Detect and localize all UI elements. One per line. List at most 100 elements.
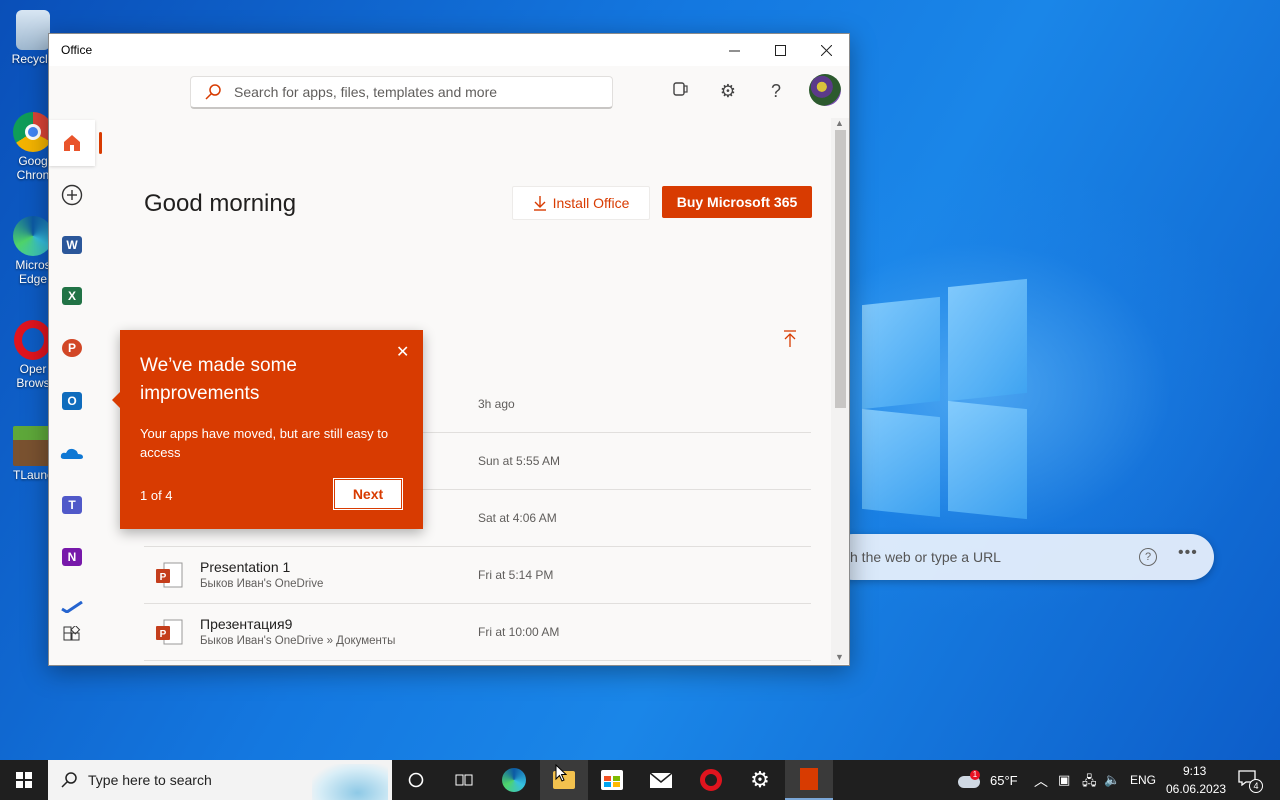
chrome-icon [13,112,53,152]
more-icon[interactable]: ••• [1178,544,1198,562]
weather-temp[interactable]: 65°F [990,773,1018,788]
nav-all-apps[interactable] [57,620,87,650]
search-icon [61,772,77,788]
onedrive-icon [60,448,83,459]
maximize-icon [774,44,786,56]
nav-teams[interactable]: T [57,490,87,520]
callout-body: Your apps have moved, but are still easy… [140,426,389,460]
scroll-down-icon[interactable]: ▼ [835,652,844,662]
home-icon [64,135,80,151]
search-icon [205,84,221,100]
close-icon [820,44,832,56]
maximize-button[interactable] [757,34,803,66]
nav-word[interactable]: W [57,230,87,260]
word-icon: W [62,236,82,254]
nav-onenote[interactable]: N [57,542,87,572]
powerpoint-file-icon: P [156,562,183,588]
minimize-icon [728,50,740,51]
network-icon[interactable]: 🖧 [1082,772,1097,794]
cortana-button[interactable] [392,760,440,800]
store-bag-icon [601,770,623,790]
task-view-button[interactable] [440,760,488,800]
taskbar-mail[interactable] [637,760,685,800]
taskbar: Type here to search ⚙ 1 65°F ︿ ▣ 🖧 🔈 ENG… [0,760,1280,800]
svg-text:P: P [160,629,167,640]
office-logo-icon [800,768,818,790]
volume-muted-icon[interactable]: 🔈 [1104,772,1120,788]
scrollbar-thumb[interactable] [835,130,846,408]
edge-icon [13,216,53,256]
install-office-button[interactable]: Install Office [512,186,650,220]
scroll-up-icon[interactable]: ▲ [835,118,844,128]
left-nav: W X P O T N [49,118,95,664]
feedback-icon[interactable] [669,80,691,102]
nav-create[interactable] [57,180,87,210]
apps-grid-icon [63,626,81,641]
nav-home[interactable] [49,120,95,166]
language-indicator[interactable]: ENG [1130,773,1156,787]
search-highlight-image [312,764,388,800]
minecraft-block-icon [13,426,53,466]
taskbar-opera[interactable] [687,760,735,800]
edge-icon [502,768,526,792]
taskbar-store[interactable] [588,760,636,800]
cortana-circle-icon [408,772,424,788]
callout-close-icon[interactable]: ✕ [396,342,409,362]
gear-icon[interactable]: ⚙ [717,80,739,102]
powerpoint-icon: P [62,339,82,357]
file-row[interactable]: P Презентация9 Быков Иван's OneDrive » Д… [144,603,811,661]
help-question-icon[interactable]: ? [765,80,787,102]
chevron-up-icon[interactable]: ︿ [1034,771,1048,791]
todo-check-icon [61,601,83,613]
scroll-to-top-icon[interactable] [783,330,797,348]
excel-icon: X [62,287,82,305]
nav-onedrive[interactable] [57,438,87,468]
close-button[interactable] [803,34,849,66]
edge-search-bar[interactable]: h the web or type a URL ? ••• [830,534,1214,580]
taskbar-settings[interactable]: ⚙ [736,760,784,800]
powerpoint-file-icon: P [156,619,183,645]
weather-icon[interactable]: 1 [958,770,982,790]
clock-time[interactable]: 9:13 [1183,764,1206,778]
mail-icon [649,772,673,788]
taskbar-office[interactable] [785,760,833,800]
next-button[interactable]: Next [333,478,403,510]
file-row[interactable]: P Presentation 1 Быков Иван's OneDrive F… [144,546,811,604]
search-input[interactable]: Search for apps, files, templates and mo… [190,76,613,109]
onenote-icon: N [62,548,82,566]
gear-icon: ⚙ [750,767,770,792]
callout-title: We’ve made some improvements [140,355,297,404]
outlook-icon: O [62,392,82,410]
opera-icon [14,320,52,360]
buy-microsoft-365-button[interactable]: Buy Microsoft 365 [662,186,812,218]
minimize-button[interactable] [711,34,757,66]
title-bar: Office [49,34,849,66]
vertical-scrollbar[interactable]: ▲ ▼ [831,118,849,664]
nav-todo[interactable] [57,592,87,622]
opera-icon [700,769,722,791]
windows-logo-icon [16,772,32,788]
nav-powerpoint[interactable]: P [57,333,87,363]
app-header: Search for apps, files, templates and mo… [49,66,849,118]
page-title: Good morning [144,190,297,217]
start-button[interactable] [0,760,48,800]
teaching-callout: We’ve made some improvements ✕ Your apps… [112,330,423,529]
teams-icon: T [62,496,82,514]
mouse-cursor-icon [555,764,567,782]
svg-text:P: P [160,572,167,583]
taskbar-edge[interactable] [490,760,538,800]
callout-step-count: 1 of 4 [140,488,173,503]
add-circle-icon [61,184,83,206]
help-icon[interactable]: ? [1139,548,1157,566]
taskbar-search-input[interactable]: Type here to search [48,760,392,800]
notification-center-icon[interactable]: 4 [1238,770,1263,793]
window-title: Office [61,43,93,57]
nav-outlook[interactable]: O [57,386,87,416]
nav-excel[interactable]: X [57,281,87,311]
windows-wallpaper-logo [862,278,1027,520]
clock-date[interactable]: 06.06.2023 [1166,782,1226,796]
recycle-bin-icon [16,10,50,50]
task-view-icon [455,774,473,786]
avatar[interactable] [809,74,841,106]
meet-now-icon[interactable]: ▣ [1058,772,1070,788]
